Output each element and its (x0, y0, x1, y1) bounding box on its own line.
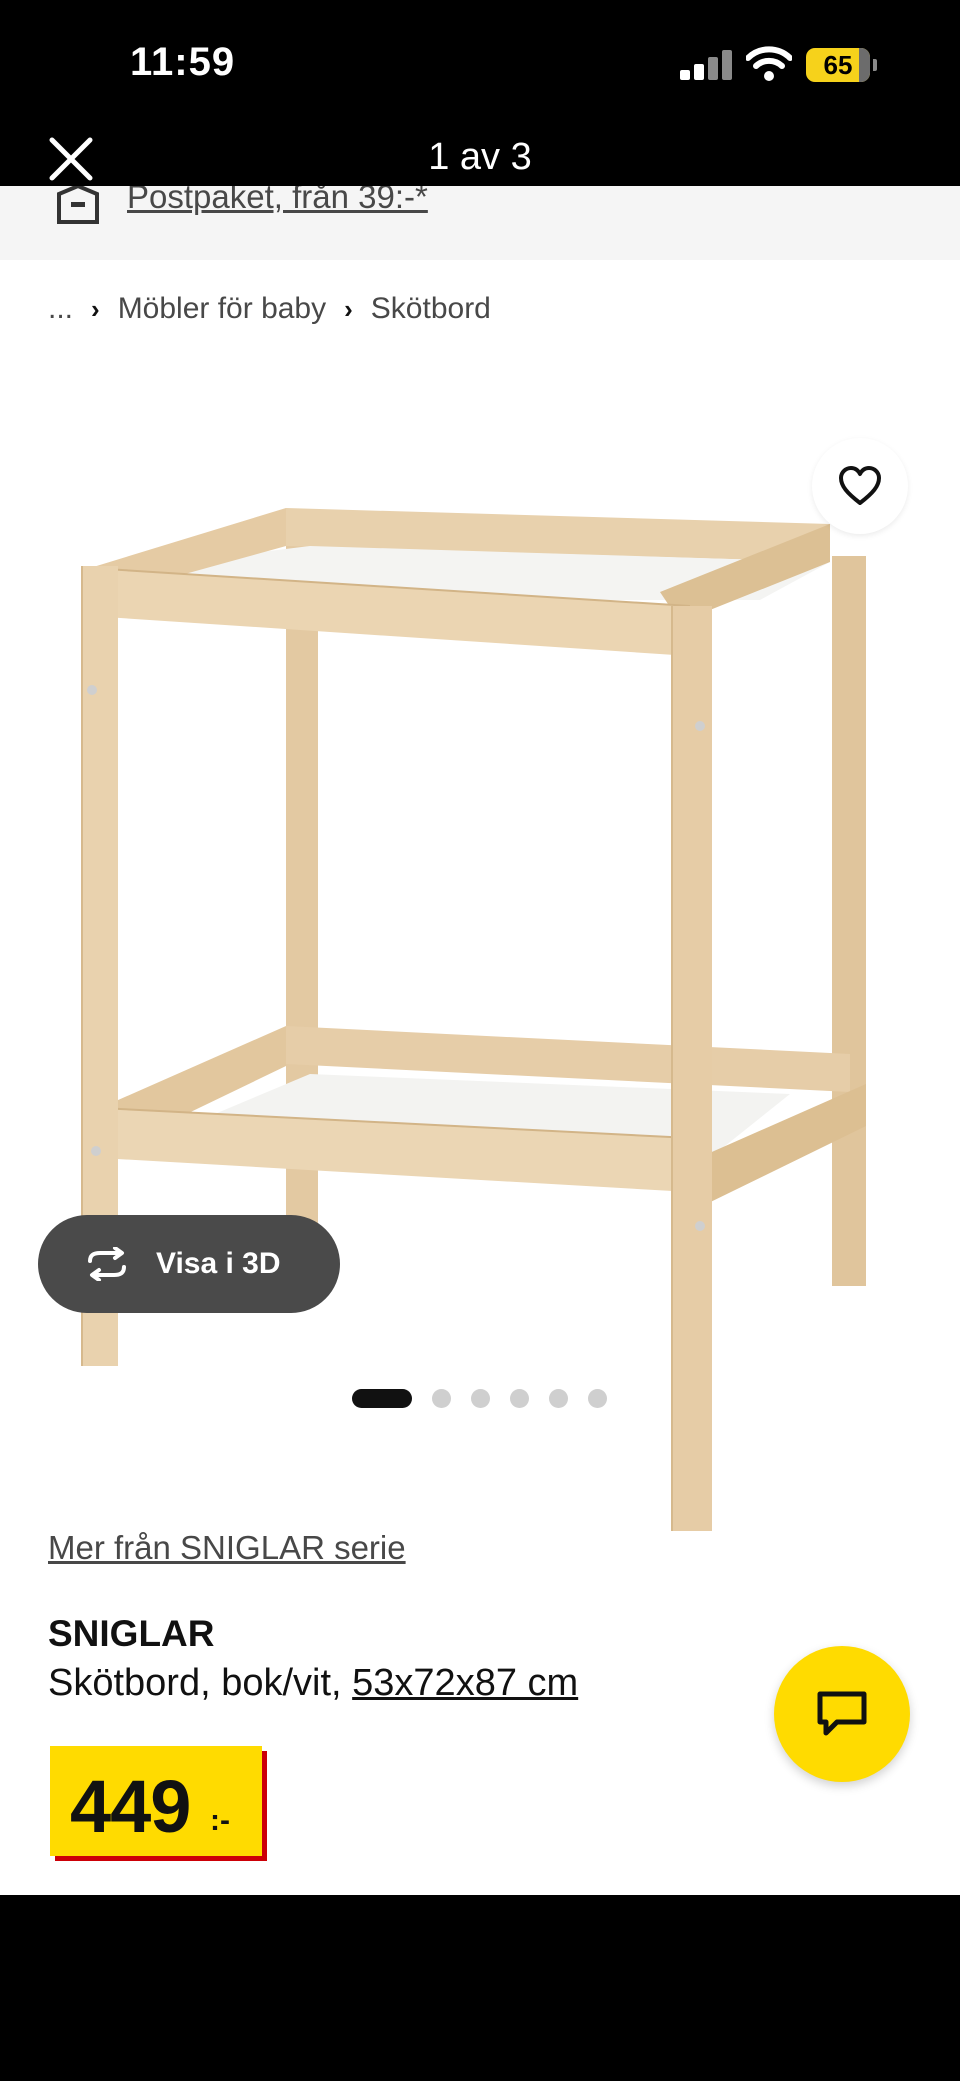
price-value: 449 (70, 1765, 191, 1848)
gallery-dot-6[interactable] (588, 1389, 607, 1408)
gallery-dot-4[interactable] (510, 1389, 529, 1408)
chevron-right-icon: › (344, 293, 353, 324)
box-icon (57, 186, 99, 224)
gallery-dot-1[interactable] (352, 1389, 412, 1408)
gallery-dot-5[interactable] (549, 1389, 568, 1408)
wifi-icon (746, 46, 792, 81)
view-3d-button[interactable]: Visa i 3D (38, 1215, 340, 1313)
battery-icon: 65 (806, 48, 870, 82)
battery-tip (873, 59, 877, 71)
breadcrumb-item-changing-tables[interactable]: Skötbord (371, 292, 491, 326)
heart-icon (839, 466, 881, 505)
view-3d-label: Visa i 3D (156, 1247, 281, 1280)
viewer-title: 1 av 3 (428, 136, 532, 178)
gallery-dot-2[interactable] (432, 1389, 451, 1408)
product-name: SNIGLAR (48, 1613, 215, 1654)
gallery-pagination (352, 1389, 627, 1408)
chat-button[interactable] (774, 1646, 910, 1782)
gallery-dot-3[interactable] (471, 1389, 490, 1408)
breadcrumb-ellipsis[interactable]: ... (48, 292, 73, 326)
battery-level: 65 (823, 50, 853, 80)
signal-icon (680, 50, 732, 80)
bottom-bar (0, 1895, 960, 2081)
product-description: Skötbord, bok/vit, 53x72x87 cm (48, 1662, 578, 1705)
breadcrumb-item-baby-furniture[interactable]: Möbler för baby (118, 292, 326, 326)
chevron-right-icon: › (91, 293, 100, 324)
product-dimensions-link[interactable]: 53x72x87 cm (352, 1662, 578, 1704)
changing-table-image[interactable] (60, 386, 880, 1536)
shipping-bar: Postpaket, från 39:-* (0, 186, 960, 260)
rotate-3d-icon (88, 1247, 126, 1281)
price-suffix: :- (210, 1804, 230, 1837)
price-tag: 449 :- (50, 1746, 262, 1856)
status-bar: 11:59 65 (0, 0, 960, 130)
series-link[interactable]: Mer från SNIGLAR serie (48, 1529, 406, 1567)
breadcrumb: ... › Möbler för baby › Skötbord (48, 292, 491, 326)
favorite-button[interactable] (812, 438, 908, 534)
viewer-nav: 1 av 3 (0, 130, 960, 186)
chat-icon (817, 1691, 867, 1736)
status-time: 11:59 (130, 40, 236, 84)
shipping-link[interactable]: Postpaket, från 39:-* (127, 186, 428, 216)
product-type: Skötbord, bok/vit, (48, 1662, 353, 1704)
product-page: Postpaket, från 39:-* ... › Möbler för b… (0, 186, 960, 1895)
